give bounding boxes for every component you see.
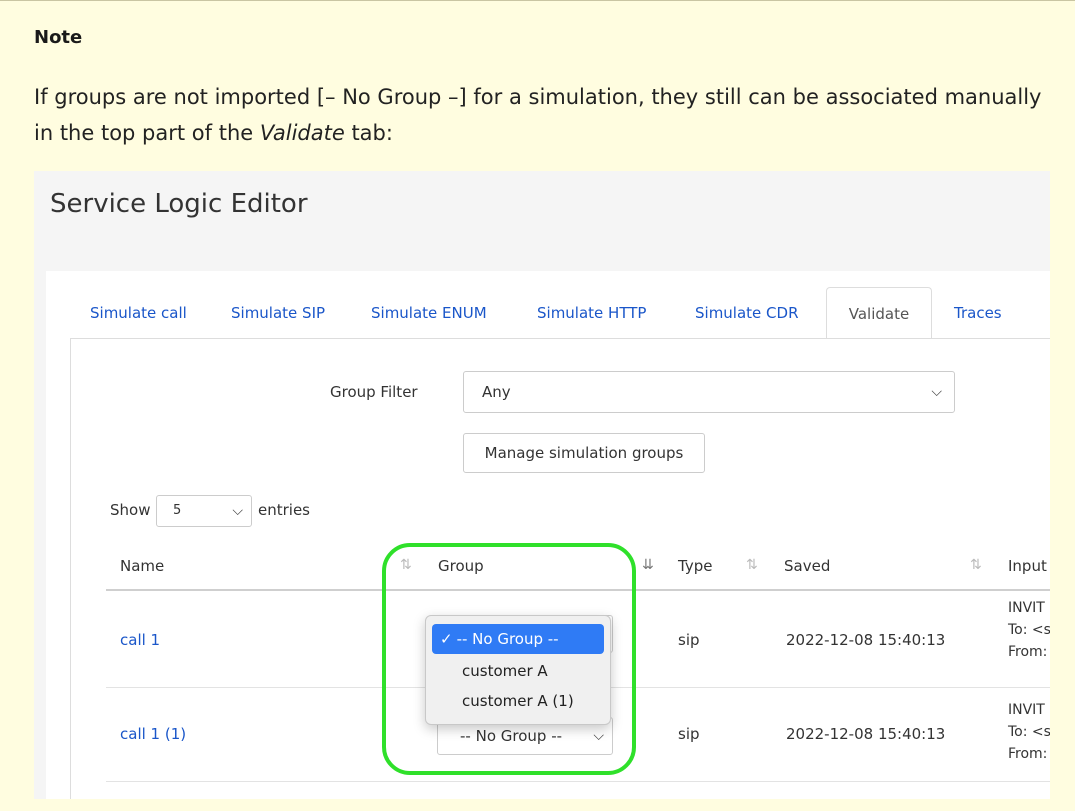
header-band xyxy=(34,241,1050,271)
column-header-type[interactable]: Type xyxy=(678,557,712,575)
row-input: INVIT To: <s From: xyxy=(1008,597,1050,663)
entries-label: entries xyxy=(258,501,310,519)
row-input-line: From: xyxy=(1008,746,1048,762)
row-input-line: INVIT xyxy=(1008,600,1045,616)
tab-divider xyxy=(70,338,1050,339)
tab-simulate-call[interactable]: Simulate call xyxy=(70,287,207,339)
group-filter-value: Any xyxy=(482,383,511,401)
chevron-down-icon: ⌵ xyxy=(232,503,243,519)
note-text-before: If groups are not imported [– No Group –… xyxy=(34,85,1042,145)
group-dropdown-menu: ✓ -- No Group -- customer A customer A (1… xyxy=(425,615,611,725)
column-header-name[interactable]: Name xyxy=(120,557,164,575)
dropdown-option[interactable]: customer A xyxy=(432,656,604,686)
table-header-divider xyxy=(106,589,1050,591)
tab-simulate-enum[interactable]: Simulate ENUM xyxy=(351,287,507,339)
dropdown-option-label: -- No Group -- xyxy=(456,630,559,648)
editor-header: Service Logic Editor xyxy=(34,171,1050,241)
chevron-down-icon: ⌵ xyxy=(931,384,942,400)
dropdown-option[interactable]: customer A (1) xyxy=(432,686,604,716)
sort-icon[interactable]: ⇅ xyxy=(746,557,758,573)
content-edge xyxy=(70,339,71,799)
row-input-line: From: xyxy=(1008,644,1048,660)
note-text-emphasis: Validate xyxy=(259,121,345,145)
row-input-line: To: <s xyxy=(1008,724,1050,740)
show-label: Show xyxy=(110,501,151,519)
row-input-line: INVIT xyxy=(1008,702,1045,718)
entries-value: 5 xyxy=(173,503,182,518)
screenshot-panel: Service Logic Editor Simulate call Simul… xyxy=(34,171,1050,799)
row-group-value: -- No Group -- xyxy=(460,727,563,745)
manage-groups-button[interactable]: Manage simulation groups xyxy=(463,433,705,473)
sort-active-icon[interactable]: ⇊ xyxy=(642,557,654,573)
row-saved: 2022-12-08 15:40:13 xyxy=(786,631,946,649)
column-header-saved[interactable]: Saved xyxy=(784,557,830,575)
entries-select[interactable]: 5 ⌵ xyxy=(156,495,252,527)
column-header-group[interactable]: Group xyxy=(438,557,484,575)
row-name-link[interactable]: call 1 xyxy=(120,631,160,649)
checkmark-icon: ✓ xyxy=(440,630,453,648)
panel-left-edge xyxy=(34,271,46,799)
row-input-line: To: <s xyxy=(1008,622,1050,638)
note-text: If groups are not imported [– No Group –… xyxy=(34,79,1054,151)
group-filter-select[interactable]: Any ⌵ xyxy=(463,371,955,413)
sort-icon[interactable]: ⇅ xyxy=(970,557,982,573)
note-title: Note xyxy=(34,27,83,48)
tab-simulate-sip[interactable]: Simulate SIP xyxy=(211,287,345,339)
tab-simulate-cdr[interactable]: Simulate CDR xyxy=(675,287,819,339)
tab-validate[interactable]: Validate xyxy=(826,287,932,339)
tab-bar: Simulate call Simulate SIP Simulate ENUM… xyxy=(70,287,1050,339)
group-filter-label: Group Filter xyxy=(330,383,418,401)
tab-traces[interactable]: Traces xyxy=(934,287,1022,339)
editor-title: Service Logic Editor xyxy=(50,189,308,219)
row-divider xyxy=(106,781,1050,782)
row-type: sip xyxy=(678,725,700,743)
dropdown-option[interactable]: ✓ -- No Group -- xyxy=(432,624,604,654)
note-text-after: tab: xyxy=(344,121,393,145)
note-box: Note If groups are not imported [– No Gr… xyxy=(0,0,1075,811)
row-type: sip xyxy=(678,631,700,649)
sort-icon[interactable]: ⇅ xyxy=(400,557,412,573)
row-input: INVIT To: <s From: xyxy=(1008,699,1050,765)
column-header-input[interactable]: Input xyxy=(1008,557,1047,575)
row-name-link[interactable]: call 1 (1) xyxy=(120,725,186,743)
row-saved: 2022-12-08 15:40:13 xyxy=(786,725,946,743)
tab-simulate-http[interactable]: Simulate HTTP xyxy=(517,287,666,339)
